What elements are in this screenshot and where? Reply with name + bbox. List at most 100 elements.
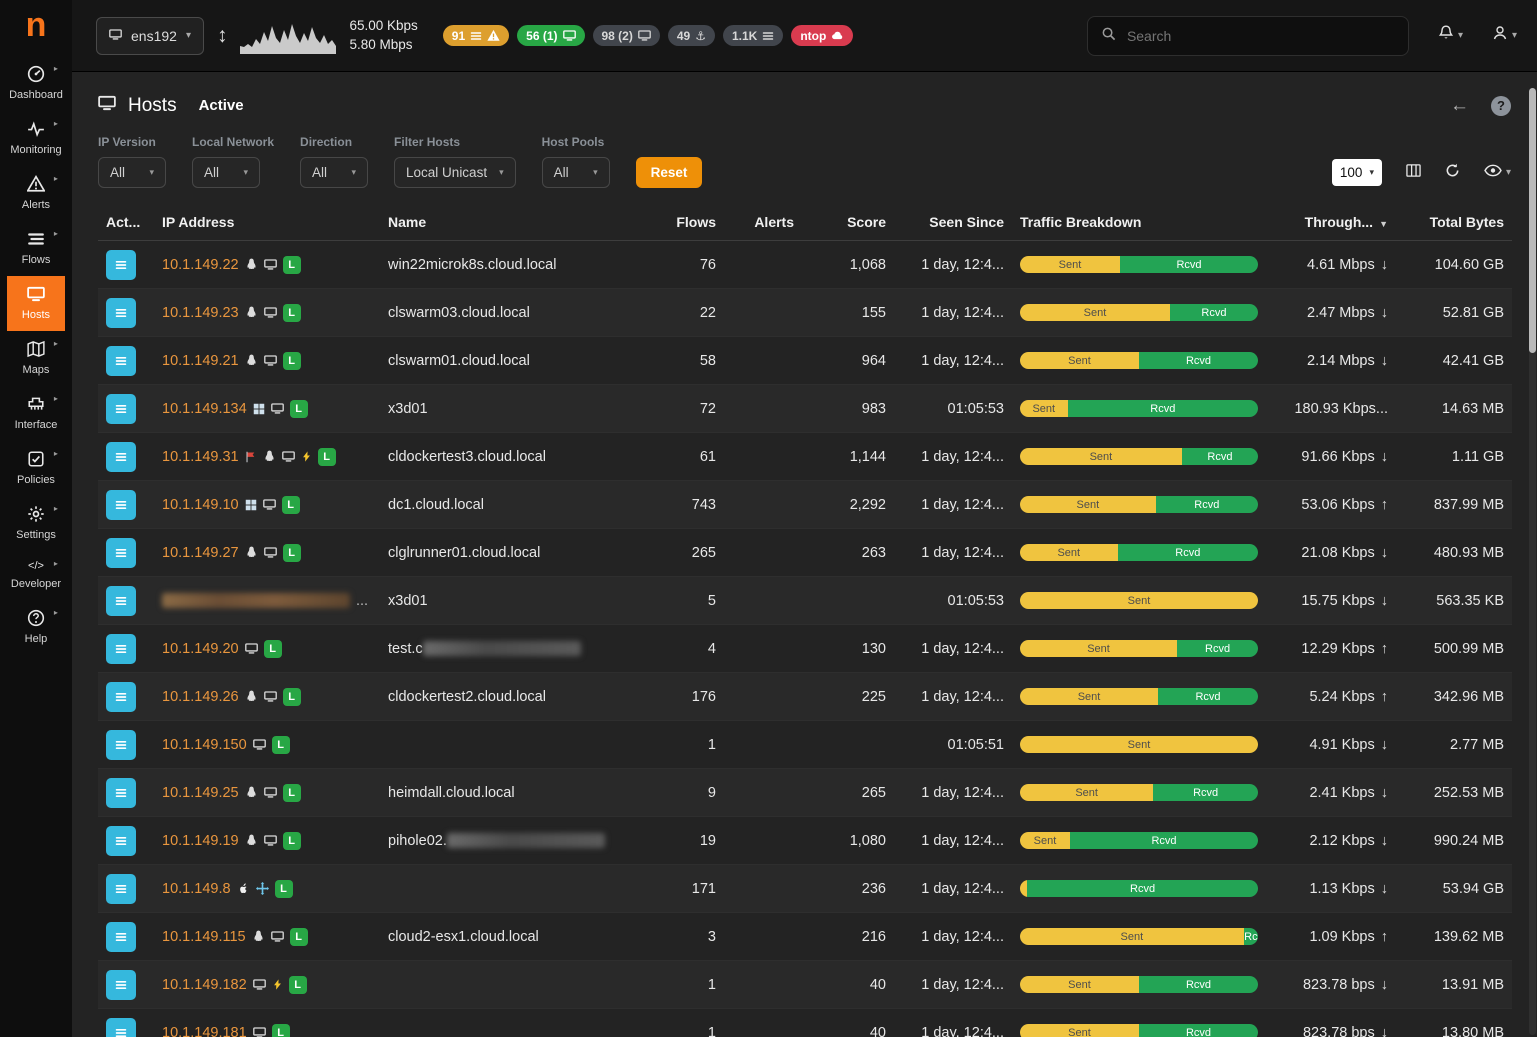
host-ip-link[interactable]: 10.1.149.26 [162,689,239,705]
host-ip-link[interactable]: 10.1.149.23 [162,305,239,321]
host-ip-link[interactable]: 10.1.149.182 [162,977,247,993]
host-actions-button[interactable] [106,490,136,520]
host-name[interactable]: dc1.cloud.local [388,497,484,513]
rcvd-segment: Rcvd [1118,544,1258,561]
host-ip-link[interactable]: 10.1.149.20 [162,641,239,657]
host-name[interactable]: win22microk8s.cloud.local [388,257,556,273]
host-name[interactable]: cloud2-esx1.cloud.local [388,929,539,945]
host-name[interactable]: cldockertest3.cloud.local [388,449,546,465]
sidebar-item-hosts[interactable]: Hosts [7,276,65,331]
submenu-caret-icon: ▸ [54,504,58,513]
host-ip-link[interactable]: 10.1.149.10 [162,497,239,513]
host-ip-link[interactable]: 10.1.149.115 [162,929,246,945]
help-icon[interactable]: ? [1491,96,1511,116]
ntop-logo[interactable]: n [26,8,47,42]
filter-select-ip-version[interactable]: All▾ [98,157,166,188]
sidebar-item-dashboard[interactable]: Dashboard▸ [7,56,65,111]
engaged-alerts-badge[interactable]: 91 [443,25,509,46]
col-header-name[interactable]: Name [380,204,640,241]
ntop-cloud-badge[interactable]: ntop [791,25,853,46]
back-arrow-icon[interactable]: ← [1450,95,1469,117]
sidebar-item-alerts[interactable]: Alerts▸ [7,166,65,221]
host-ip-link[interactable]: 10.1.149.31 [162,449,239,465]
sidebar-item-monitoring[interactable]: Monitoring▸ [7,111,65,166]
host-actions-button[interactable] [106,298,136,328]
host-name[interactable]: clglrunner01.cloud.local [388,545,540,561]
host-ip-link[interactable]: 10.1.149.25 [162,785,239,801]
host-actions-button[interactable] [106,778,136,808]
col-header-alerts[interactable]: Alerts [724,204,802,241]
devices-badge[interactable]: 49⚓ [668,25,715,46]
interface-selector[interactable]: ens192 ▾ [96,17,204,55]
host-name[interactable]: clswarm01.cloud.local [388,353,530,369]
host-name[interactable]: clswarm03.cloud.local [388,305,530,321]
sidebar-item-flows[interactable]: Flows▸ [7,221,65,276]
host-name[interactable]: heimdall.cloud.local [388,785,515,801]
host-actions-button[interactable] [106,682,136,712]
host-actions-button[interactable] [106,730,136,760]
host-ip-link[interactable]: 10.1.149.8 [162,881,231,897]
filter-select-host-pools[interactable]: All▾ [542,157,610,188]
scrollbar-thumb[interactable] [1529,88,1536,353]
filter-select-direction[interactable]: All▾ [300,157,368,188]
col-header-act[interactable]: Act... [98,204,154,241]
host-actions-button[interactable] [106,826,136,856]
host-name[interactable]: pihole02. [388,833,447,849]
sidebar-item-maps[interactable]: Maps▸ [7,331,65,386]
host-name[interactable]: x3d01 [388,401,428,417]
local-hosts-badge[interactable]: 56 (1) [517,25,584,46]
host-actions-button[interactable] [106,634,136,664]
host-actions-button[interactable] [106,442,136,472]
host-actions-button[interactable] [106,586,136,616]
per-page-select[interactable]: 100 ▾ [1332,159,1382,186]
col-header-flows[interactable]: Flows [640,204,724,241]
host-name[interactable]: cldockertest2.cloud.local [388,689,546,705]
host-ip-link[interactable]: 10.1.149.27 [162,545,239,561]
reset-button[interactable]: Reset [636,157,703,188]
col-header-ip-address[interactable]: IP Address [154,204,380,241]
host-actions-button[interactable] [106,394,136,424]
host-actions-button[interactable] [106,970,136,1000]
host-actions-button[interactable] [106,922,136,952]
col-header-through[interactable]: Through...▼ [1266,204,1396,241]
eye-icon [1484,164,1502,182]
refresh-button[interactable] [1445,163,1460,183]
host-actions-button[interactable] [106,1018,136,1037]
host-actions-button[interactable] [106,538,136,568]
host-actions-button[interactable] [106,250,136,280]
columns-config-button[interactable] [1406,163,1421,183]
tab-active[interactable]: Active [199,97,244,114]
filter-select-filter-hosts[interactable]: Local Unicast▾ [394,157,516,188]
sidebar-item-interface[interactable]: Interface▸ [7,386,65,441]
col-header-total-bytes[interactable]: Total Bytes [1396,204,1512,241]
host-row: 10.1.149.134Lx3d017298301:05:53SentRcvd1… [98,385,1512,433]
host-ip-link[interactable]: 10.1.149.21 [162,353,239,369]
host-ip-link[interactable]: 10.1.149.150 [162,737,247,753]
host-actions-button[interactable] [106,874,136,904]
throughput-value: 21.08 Kbps [1301,545,1374,561]
notifications-button[interactable]: ▾ [1438,25,1463,46]
host-ip-link[interactable]: 10.1.149.19 [162,833,239,849]
visibility-menu-button[interactable]: ▾ [1484,164,1511,182]
sidebar-item-help[interactable]: Help▸ [7,600,65,655]
remote-hosts-badge[interactable]: 98 (2) [593,25,660,46]
host-ip-link[interactable]: 10.1.149.22 [162,257,239,273]
host-ip-link[interactable]: 10.1.149.134 [162,401,247,417]
sidebar-item-settings[interactable]: Settings▸ [7,496,65,551]
trend-down-icon: ↓ [1381,785,1388,801]
host-name[interactable]: x3d01 [388,593,428,609]
user-menu-button[interactable]: ▾ [1492,25,1517,46]
sidebar-item-developer[interactable]: </>Developer▸ [7,551,65,600]
scrollbar[interactable] [1529,88,1536,1035]
search-input[interactable] [1127,28,1395,44]
filter-select-local-network[interactable]: All▾ [192,157,260,188]
sidebar-item-policies[interactable]: Policies▸ [7,441,65,496]
host-ip-link[interactable]: 10.1.149.181 [162,1025,247,1037]
host-name[interactable]: test.c [388,641,423,657]
col-header-seen-since[interactable]: Seen Since [894,204,1012,241]
flows-count-badge[interactable]: 1.1K [723,25,783,46]
host-actions-button[interactable] [106,346,136,376]
rate-bottom: 5.80 Mbps [349,36,417,55]
col-header-traffic-breakdown[interactable]: Traffic Breakdown [1012,204,1266,241]
col-header-score[interactable]: Score [802,204,894,241]
